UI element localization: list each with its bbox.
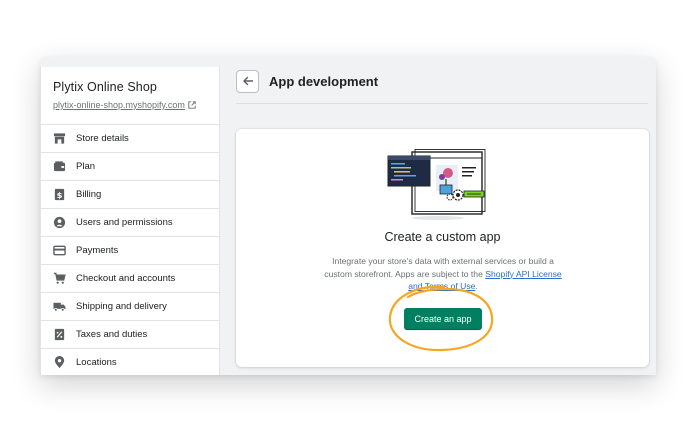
user-icon <box>53 216 66 229</box>
settings-window: Plytix Online Shop plytix-online-shop.my… <box>40 57 656 375</box>
truck-icon <box>53 300 66 313</box>
sidebar-item-users-and-permissions[interactable]: Users and permissions <box>41 209 219 237</box>
sidebar-item-label: Billing <box>76 189 102 200</box>
store-header: Plytix Online Shop plytix-online-shop.my… <box>41 67 219 125</box>
sidebar-item-checkout-and-accounts[interactable]: Checkout and accounts <box>41 265 219 293</box>
billing-icon: $ <box>53 188 66 201</box>
sidebar-item-plan[interactable]: Plan <box>41 153 219 181</box>
plan-icon <box>53 160 66 173</box>
sidebar-item-store-details[interactable]: Store details <box>41 125 219 153</box>
tax-icon <box>53 328 66 341</box>
location-icon <box>53 356 66 369</box>
sidebar-item-label: Plan <box>76 161 96 172</box>
sidebar-item-payments[interactable]: Payments <box>41 237 219 265</box>
store-name: Plytix Online Shop <box>53 80 157 94</box>
card-title: Create a custom app <box>384 230 501 244</box>
sidebar-item-shipping-and-delivery[interactable]: Shipping and delivery <box>41 293 219 321</box>
sidebar-item-billing[interactable]: $ Billing <box>41 181 219 209</box>
sidebar-item-label: Shipping and delivery <box>76 301 167 312</box>
store-url-link[interactable]: plytix-online-shop.myshopify.com <box>53 100 219 110</box>
sidebar-item-label: Taxes and duties <box>76 329 148 340</box>
card-description: Integrate your store's data with externa… <box>318 255 568 293</box>
header-divider <box>236 103 648 104</box>
app-development-illustration <box>387 149 486 220</box>
arrow-left-icon <box>242 76 253 86</box>
payments-icon <box>53 244 66 257</box>
create-app-button[interactable]: Create an app <box>404 308 482 330</box>
sidebar-item-locations[interactable]: Locations <box>41 349 219 375</box>
sidebar-item-label: Payments <box>76 245 119 256</box>
sidebar-item-label: Users and permissions <box>76 217 173 228</box>
store-url-text[interactable]: plytix-online-shop.myshopify.com <box>53 100 185 110</box>
settings-sidebar: Plytix Online Shop plytix-online-shop.my… <box>40 67 220 375</box>
cart-icon <box>53 272 66 285</box>
sidebar-item-taxes-and-duties[interactable]: Taxes and duties <box>41 321 219 349</box>
custom-app-card: Create a custom app Integrate your store… <box>236 129 649 367</box>
page-title: App development <box>269 73 379 89</box>
card-description-end: . <box>475 281 478 291</box>
main-content: App development Create a custom app Inte… <box>236 57 656 375</box>
sidebar-item-label: Checkout and accounts <box>76 273 176 284</box>
back-button[interactable] <box>236 69 259 93</box>
sidebar-item-label: Locations <box>76 357 117 368</box>
external-link-icon <box>188 101 196 109</box>
store-icon <box>53 132 66 145</box>
svg-text:$: $ <box>57 190 63 200</box>
sidebar-item-label: Store details <box>76 133 129 144</box>
page-header: App development <box>236 68 648 94</box>
